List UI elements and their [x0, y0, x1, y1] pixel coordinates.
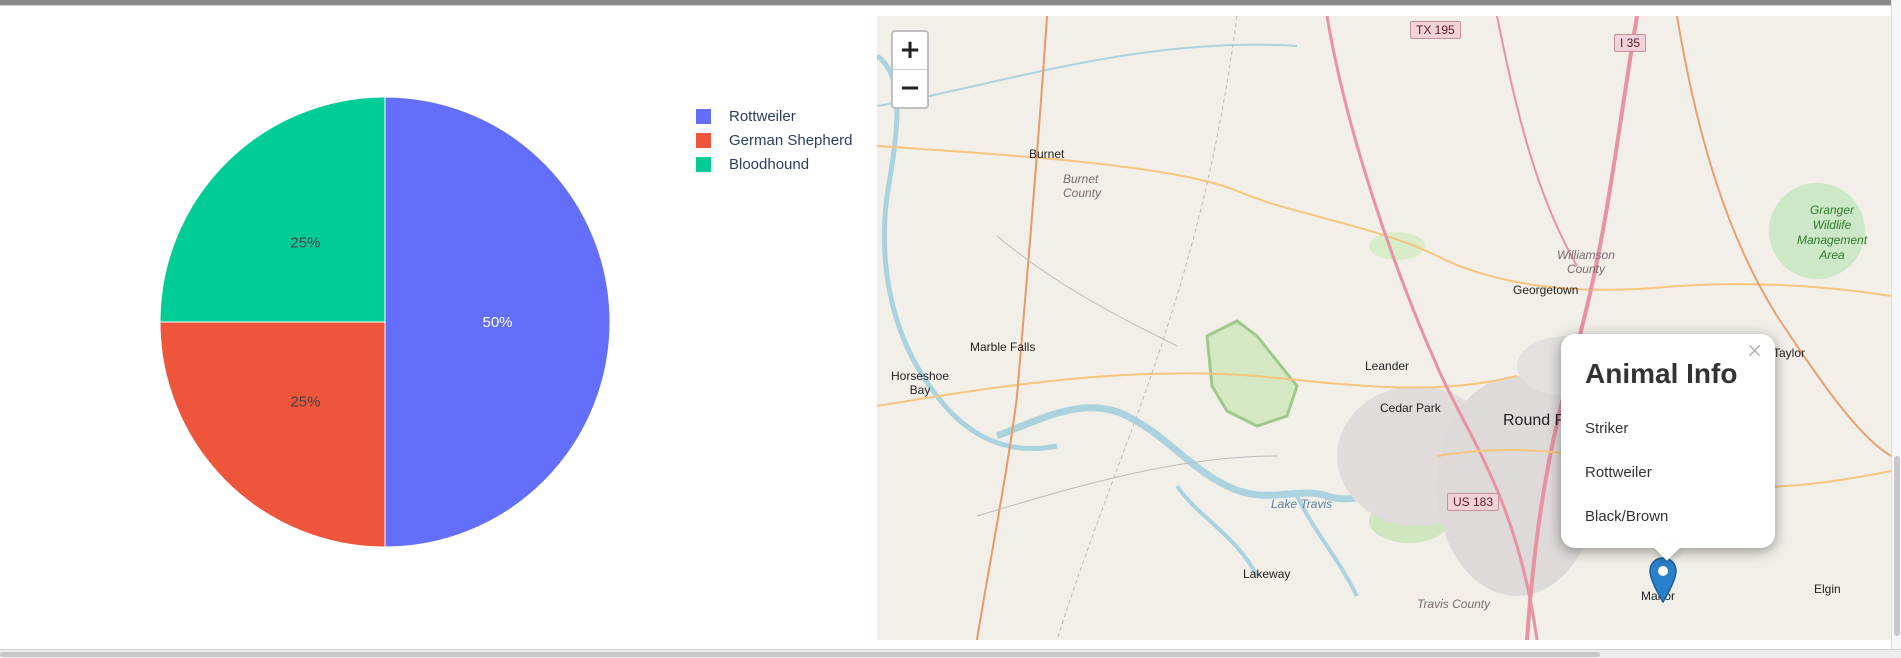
pie-legend: Rottweiler German Shepherd Bloodhound — [696, 104, 852, 176]
place-burnet: Burnet — [1029, 147, 1065, 161]
place-granger-wma: Granger Wildlife Management Area — [1797, 203, 1868, 262]
place-cedar-park: Cedar Park — [1380, 401, 1441, 415]
zoom-control: + − — [891, 30, 929, 109]
legend-label: German Shepherd — [729, 131, 853, 149]
horizontal-scrollbar-thumb[interactable] — [0, 652, 1600, 657]
popup-animal-breed: Rottweiler — [1585, 464, 1652, 481]
popup-animal-color: Black/Brown — [1585, 508, 1669, 525]
place-lakeway: Lakeway — [1243, 567, 1291, 581]
horizontal-scrollbar[interactable] — [0, 649, 1901, 658]
pie-slice-bloodhound[interactable] — [159, 96, 386, 323]
legend-swatch — [696, 108, 711, 124]
legend-swatch — [696, 156, 711, 172]
legend-label: Rottweiler — [729, 107, 796, 125]
pie-slice-label: 50% — [482, 314, 512, 331]
map-marker-icon[interactable] — [1648, 556, 1678, 606]
pie-slice-label: 25% — [290, 234, 320, 251]
route-shield-us183: US 183 — [1447, 493, 1500, 511]
place-georgetown: Georgetown — [1513, 283, 1579, 297]
map-panel[interactable]: Burnet Burnet County Marble Falls Horses… — [877, 16, 1891, 640]
legend-swatch — [696, 132, 711, 148]
place-williamson-county: Williamson County — [1557, 248, 1615, 276]
place-taylor: Taylor — [1773, 346, 1806, 360]
zoom-in-button[interactable]: + — [893, 32, 927, 69]
popup-title: Animal Info — [1585, 358, 1738, 389]
pie-chart: 50% 25% 25% — [159, 96, 611, 548]
place-marble-falls: Marble Falls — [970, 340, 1036, 354]
popup-animal-name: Striker — [1585, 420, 1629, 437]
zoom-out-button[interactable]: − — [893, 70, 927, 107]
place-elgin: Elgin — [1814, 582, 1841, 596]
vertical-scrollbar-thumb[interactable] — [1894, 456, 1900, 636]
pie-slice-label: 25% — [290, 394, 320, 411]
animal-info-popup: × Animal Info Striker Rottweiler Black/B… — [1561, 334, 1775, 561]
legend-item-german-shepherd[interactable]: German Shepherd — [696, 128, 852, 152]
place-round-rock: Round R — [1503, 412, 1567, 429]
place-leander: Leander — [1365, 359, 1410, 373]
route-shield-i35: I 35 — [1614, 34, 1647, 52]
pie-slice-german-shepherd[interactable] — [159, 321, 386, 548]
place-horseshoe-bay: Horseshoe Bay — [891, 369, 950, 397]
place-lake-travis: Lake Travis — [1271, 497, 1333, 511]
legend-item-rottweiler[interactable]: Rottweiler — [696, 104, 852, 128]
popup-close-icon[interactable]: × — [1746, 338, 1763, 362]
legend-item-bloodhound[interactable]: Bloodhound — [696, 152, 852, 176]
place-burnet-county: Burnet County — [1063, 172, 1102, 200]
place-travis-county: Travis County — [1417, 597, 1491, 611]
pie-chart-panel: 50% 25% 25% Rottweiler German Shepherd Blo… — [0, 6, 875, 646]
vertical-scrollbar[interactable] — [1891, 0, 1901, 650]
route-shield-tx195: TX 195 — [1410, 21, 1461, 39]
legend-label: Bloodhound — [729, 155, 810, 173]
